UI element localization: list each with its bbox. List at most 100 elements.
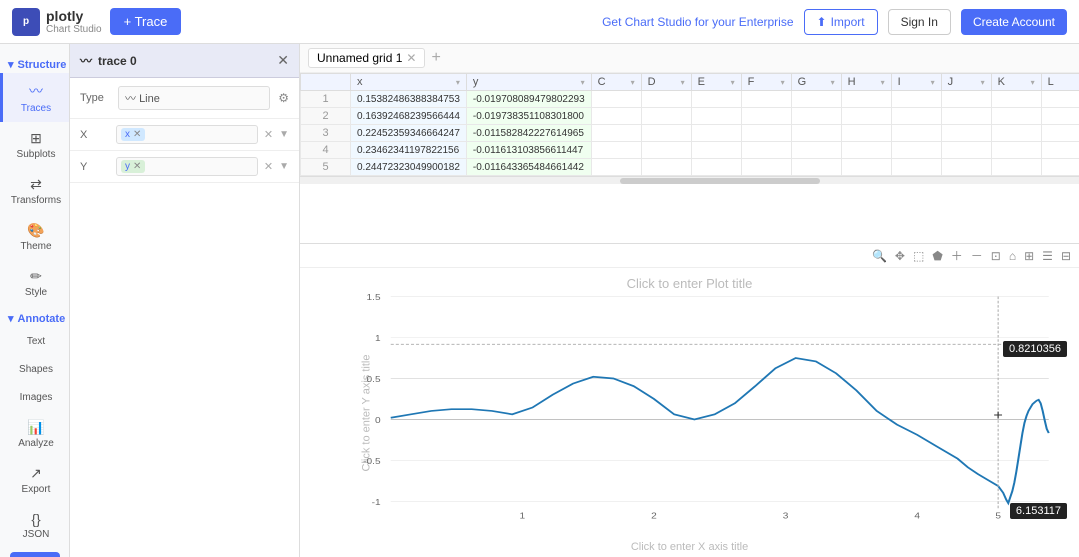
sidebar-item-export[interactable]: ↗ Export xyxy=(0,457,69,503)
col-header-e[interactable]: E▾ xyxy=(691,74,741,91)
cell-f[interactable] xyxy=(741,91,791,108)
cell-h[interactable] xyxy=(841,108,891,125)
cell-y[interactable]: -0.011643365484661442 xyxy=(466,159,591,176)
sidebar-item-style[interactable]: ✏ Style xyxy=(0,260,69,306)
cell-x[interactable]: 0.23462341197822156 xyxy=(351,142,467,159)
zoom-icon[interactable]: 🔍 xyxy=(870,248,889,264)
signin-button[interactable]: Sign In xyxy=(888,9,951,35)
y-tag-remove[interactable]: ✕ xyxy=(133,161,141,172)
cell-g[interactable] xyxy=(791,91,841,108)
cell-x[interactable]: 0.24472323049900182 xyxy=(351,159,467,176)
cell-d[interactable] xyxy=(641,91,691,108)
save-button[interactable]: Save xyxy=(10,552,60,557)
cell-c[interactable] xyxy=(591,159,641,176)
cell-c[interactable] xyxy=(591,108,641,125)
import-button[interactable]: ⬆ Import xyxy=(804,9,878,35)
cell-i[interactable] xyxy=(891,108,941,125)
structure-section[interactable]: ▾ Structure xyxy=(0,52,69,73)
toggle-hover-icon[interactable]: ⊞ xyxy=(1022,248,1036,264)
lasso-icon[interactable]: ⬟ xyxy=(930,248,944,264)
table-row[interactable]: 5 0.24472323049900182 -0.011643365484661… xyxy=(301,159,1079,176)
select-icon[interactable]: ⬚ xyxy=(911,248,926,264)
plot-content[interactable]: Click to enter Plot title Click to enter… xyxy=(300,268,1079,557)
grid-tab[interactable]: Unnamed grid 1 ✕ xyxy=(308,48,425,68)
col-header-i[interactable]: I▾ xyxy=(891,74,941,91)
sidebar-item-transforms[interactable]: ⇄ Transforms xyxy=(0,168,69,214)
col-header-c[interactable]: C▾ xyxy=(591,74,641,91)
cell-h[interactable] xyxy=(841,125,891,142)
col-header-k[interactable]: K▾ xyxy=(991,74,1041,91)
cell-e[interactable] xyxy=(691,142,741,159)
col-header-d[interactable]: D▾ xyxy=(641,74,691,91)
pan-icon[interactable]: ✥ xyxy=(893,248,907,264)
sidebar-item-images[interactable]: Images xyxy=(0,383,69,411)
scrollbar-thumb[interactable] xyxy=(620,178,820,184)
cell-j[interactable] xyxy=(941,142,991,159)
create-account-button[interactable]: Create Account xyxy=(961,9,1067,35)
col-header-y[interactable]: y▾ xyxy=(466,74,591,91)
table-row[interactable]: 1 0.15382486388384753 -0.019708089479802… xyxy=(301,91,1079,108)
cell-j[interactable] xyxy=(941,108,991,125)
reset-icon[interactable]: ⌂ xyxy=(1007,248,1018,264)
cell-d[interactable] xyxy=(641,142,691,159)
grid-add-button[interactable]: + xyxy=(431,50,440,66)
cell-l[interactable] xyxy=(1041,159,1079,176)
col-header-l[interactable]: L▾ xyxy=(1041,74,1079,91)
cell-c[interactable] xyxy=(591,142,641,159)
cell-h[interactable] xyxy=(841,91,891,108)
cell-i[interactable] xyxy=(891,91,941,108)
cell-h[interactable] xyxy=(841,159,891,176)
cell-y[interactable]: -0.019708089479802293 xyxy=(466,91,591,108)
cell-k[interactable] xyxy=(991,91,1041,108)
cell-l[interactable] xyxy=(1041,125,1079,142)
table-row[interactable]: 4 0.23462341197822156 -0.011613103856611… xyxy=(301,142,1079,159)
cell-l[interactable] xyxy=(1041,91,1079,108)
sidebar-item-subplots[interactable]: ⊞ Subplots xyxy=(0,122,69,168)
cell-l[interactable] xyxy=(1041,142,1079,159)
compare-icon[interactable]: ☰ xyxy=(1040,248,1055,264)
cell-h[interactable] xyxy=(841,142,891,159)
cell-i[interactable] xyxy=(891,142,941,159)
cell-e[interactable] xyxy=(691,91,741,108)
cell-g[interactable] xyxy=(791,125,841,142)
zoom-out-icon[interactable]: － xyxy=(969,246,985,265)
x-expand-icon[interactable]: ▼ xyxy=(279,129,289,140)
cell-g[interactable] xyxy=(791,142,841,159)
cell-e[interactable] xyxy=(691,108,741,125)
x-axis-label-placeholder[interactable]: Click to enter X axis title xyxy=(300,541,1079,553)
cell-e[interactable] xyxy=(691,159,741,176)
cell-i[interactable] xyxy=(891,125,941,142)
y-tag-container[interactable]: y ✕ xyxy=(116,157,258,176)
cell-y[interactable]: -0.011613103856611447 xyxy=(466,142,591,159)
cell-y[interactable]: -0.019738351108301800 xyxy=(466,108,591,125)
trace-close-button[interactable]: ✕ xyxy=(277,52,289,69)
cell-y[interactable]: -0.011582842227614965 xyxy=(466,125,591,142)
cell-c[interactable] xyxy=(591,125,641,142)
cell-i[interactable] xyxy=(891,159,941,176)
y-clear-icon[interactable]: ✕ xyxy=(264,160,273,173)
y-expand-icon[interactable]: ▼ xyxy=(279,161,289,172)
zoom-in-icon[interactable]: ＋ xyxy=(949,246,965,265)
table-row[interactable]: 3 0.22452359346664247 -0.011582842227614… xyxy=(301,125,1079,142)
cell-l[interactable] xyxy=(1041,108,1079,125)
cell-k[interactable] xyxy=(991,108,1041,125)
add-trace-button[interactable]: + Trace xyxy=(110,8,182,35)
trace-settings-icon[interactable]: ⚙ xyxy=(278,91,289,105)
sidebar-item-analyze[interactable]: 📊 Analyze xyxy=(0,411,69,457)
x-tag-remove[interactable]: ✕ xyxy=(133,129,141,140)
table-row[interactable]: 2 0.16392468239566444 -0.019738351108301… xyxy=(301,108,1079,125)
cell-j[interactable] xyxy=(941,91,991,108)
sidebar-item-json[interactable]: {} JSON xyxy=(0,503,69,548)
cell-x[interactable]: 0.16392468239566444 xyxy=(351,108,467,125)
cell-f[interactable] xyxy=(741,159,791,176)
cell-f[interactable] xyxy=(741,125,791,142)
sidebar-item-theme[interactable]: 🎨 Theme xyxy=(0,214,69,260)
autoscale-icon[interactable]: ⊡ xyxy=(989,248,1003,264)
horizontal-scrollbar[interactable] xyxy=(300,176,1079,184)
cell-g[interactable] xyxy=(791,108,841,125)
cell-e[interactable] xyxy=(691,125,741,142)
cell-j[interactable] xyxy=(941,159,991,176)
col-header-g[interactable]: G▾ xyxy=(791,74,841,91)
cell-x[interactable]: 0.15382486388384753 xyxy=(351,91,467,108)
cell-j[interactable] xyxy=(941,125,991,142)
